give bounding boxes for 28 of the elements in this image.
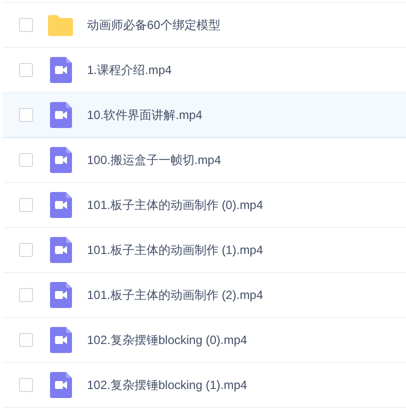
file-name[interactable]: 动画师必备60个绑定模型 [87, 16, 220, 34]
video-file-icon [50, 237, 72, 263]
checkbox[interactable] [19, 63, 33, 77]
folder-icon [47, 14, 74, 36]
video-file-icon [50, 327, 72, 353]
file-name[interactable]: 102.复杂摆锤blocking (0).mp4 [87, 331, 248, 349]
file-name[interactable]: 101.板子主体的动画制作 (0).mp4 [87, 196, 264, 214]
checkbox[interactable] [19, 18, 33, 32]
checkbox[interactable] [19, 243, 33, 257]
video-file-icon [50, 147, 72, 173]
file-name[interactable]: 102.复杂摆锤blocking (1).mp4 [87, 376, 248, 394]
checkbox[interactable] [19, 333, 33, 347]
video-file-icon [50, 192, 72, 218]
checkbox[interactable] [19, 153, 33, 167]
checkbox[interactable] [19, 378, 33, 392]
video-file-icon [50, 282, 72, 308]
file-name[interactable]: 100.搬运盒子一帧切.mp4 [87, 151, 222, 169]
checkbox[interactable] [19, 198, 33, 212]
file-name[interactable]: 10.软件界面讲解.mp4 [87, 106, 202, 124]
file-row[interactable]: 10.软件界面讲解.mp4 [3, 93, 406, 138]
file-name[interactable]: 1.课程介绍.mp4 [87, 61, 172, 79]
video-file-icon [50, 57, 72, 83]
checkbox[interactable] [19, 108, 33, 122]
file-name[interactable]: 101.板子主体的动画制作 (1).mp4 [87, 241, 264, 259]
video-file-icon [50, 102, 72, 128]
checkbox[interactable] [19, 288, 33, 302]
file-name[interactable]: 101.板子主体的动画制作 (2).mp4 [87, 286, 264, 304]
video-file-icon [50, 372, 72, 398]
